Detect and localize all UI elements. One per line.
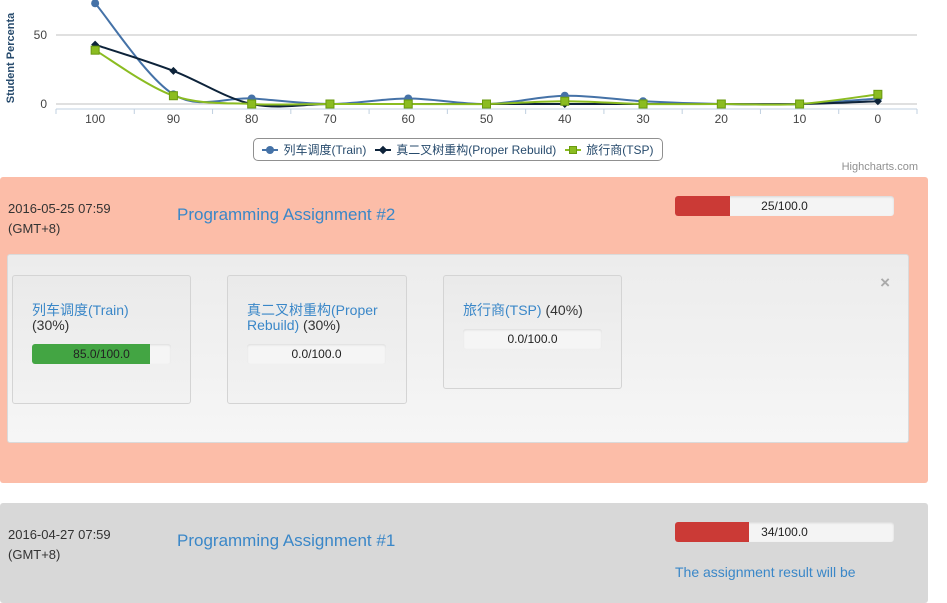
x-tick-label: 90 <box>167 112 181 126</box>
legend-label: 列车调度(Train) <box>283 143 367 157</box>
legend-label: 旅行商(TSP) <box>586 143 654 157</box>
progress-label: 25/100.0 <box>761 199 808 213</box>
x-tick-label: 20 <box>715 112 729 126</box>
assignment-progress-bar: 25/100.0 <box>675 196 894 216</box>
problem-card-tsp: 旅行商(TSP) (40%) 0.0/100.0 <box>443 275 622 389</box>
close-icon[interactable]: × <box>880 273 890 293</box>
score-label: 0.0/100.0 <box>507 332 558 346</box>
problem-name-link[interactable]: 旅行商(TSP) <box>463 302 542 318</box>
x-tick-label: 60 <box>402 112 416 126</box>
circle-marker-icon <box>262 145 279 155</box>
data-point <box>716 99 726 109</box>
x-tick-label: 50 <box>480 112 494 126</box>
chart-legend: 列车调度(Train) 真二叉树重构(Proper Rebuild) 旅行商(T… <box>253 138 663 161</box>
deadline-timezone: (GMT+8) <box>8 547 61 562</box>
x-tick-label: 80 <box>245 112 259 126</box>
deadline: 2016-04-27 07:59 (GMT+8) <box>8 525 111 565</box>
problem-score-bar: 85.0/100.0 <box>32 344 171 364</box>
legend-item-train[interactable]: 列车调度(Train) <box>262 141 366 158</box>
deadline-date: 2016-04-27 07:59 <box>8 527 111 542</box>
assignment-title-link[interactable]: Programming Assignment #2 <box>177 205 397 224</box>
data-point <box>873 89 883 99</box>
score-distribution-chart: 0 50 100 90 80 70 60 50 40 30 20 10 0 Student Percent… <box>0 0 947 178</box>
data-point <box>403 99 413 109</box>
problem-header: 列车调度(Train) (30%) <box>32 303 129 333</box>
data-point <box>90 45 100 55</box>
x-tick-label: 10 <box>793 112 807 126</box>
chart-credits[interactable]: Highcharts.com <box>842 161 918 173</box>
diamond-marker-icon <box>375 145 392 155</box>
data-point <box>560 96 570 106</box>
legend-item-tsp[interactable]: 旅行商(TSP) <box>565 141 654 158</box>
legend-item-proper-rebuild[interactable]: 真二叉树重构(Proper Rebuild) <box>375 141 556 158</box>
data-point <box>795 99 805 109</box>
deadline: 2016-05-25 07:59 (GMT+8) <box>8 199 111 239</box>
result-note: The assignment result will be <box>675 564 856 580</box>
progress-label: 34/100.0 <box>761 525 808 539</box>
x-tick-label: 70 <box>323 112 337 126</box>
problem-score-bar: 0.0/100.0 <box>463 329 602 349</box>
x-tick-label: 100 <box>85 112 105 126</box>
assignment-card: 2016-05-25 07:59 (GMT+8) Programming Ass… <box>0 177 928 483</box>
series-line <box>94 43 878 108</box>
deadline-date: 2016-05-25 07:59 <box>8 201 111 216</box>
assignment-progress-bar: 34/100.0 <box>675 522 894 542</box>
y-axis-label: Student Percenta <box>5 12 17 103</box>
series-line <box>94 49 878 106</box>
legend-label: 真二叉树重构(Proper Rebuild) <box>396 143 557 157</box>
score-label: 85.0/100.0 <box>73 347 130 361</box>
data-point <box>169 66 178 75</box>
problem-score-bar: 0.0/100.0 <box>247 344 386 364</box>
assignment-title-link[interactable]: Programming Assignment #1 <box>177 531 397 550</box>
problem-weight: (30%) <box>32 317 70 333</box>
data-point <box>247 99 257 109</box>
square-marker-icon <box>565 145 582 155</box>
problem-header: 旅行商(TSP) (40%) <box>463 303 583 318</box>
problem-card-train: 列车调度(Train) (30%) 85.0/100.0 <box>12 275 191 404</box>
y-tick-label: 0 <box>40 97 47 111</box>
problem-name-link[interactable]: 列车调度(Train) <box>32 302 129 318</box>
problem-header: 真二叉树重构(Proper Rebuild) (30%) <box>247 303 406 333</box>
assignment-detail-panel: × 列车调度(Train) (30%) 85.0/100.0 真二叉树重构(Pr… <box>7 254 909 443</box>
problem-weight: (30%) <box>303 317 341 333</box>
data-point <box>482 99 491 109</box>
assignment-card: 2016-04-27 07:59 (GMT+8) Programming Ass… <box>0 503 928 603</box>
problem-weight: (40%) <box>545 302 583 318</box>
data-point <box>168 91 178 101</box>
score-label: 0.0/100.0 <box>291 347 342 361</box>
x-tick-label: 0 <box>875 112 882 126</box>
data-point <box>325 99 335 109</box>
y-tick-label: 50 <box>34 28 48 42</box>
x-tick-label: 40 <box>558 112 572 126</box>
problem-card-proper-rebuild: 真二叉树重构(Proper Rebuild) (30%) 0.0/100.0 <box>227 275 407 404</box>
x-tick-label: 30 <box>636 112 650 126</box>
data-point <box>638 99 648 109</box>
deadline-timezone: (GMT+8) <box>8 221 61 236</box>
